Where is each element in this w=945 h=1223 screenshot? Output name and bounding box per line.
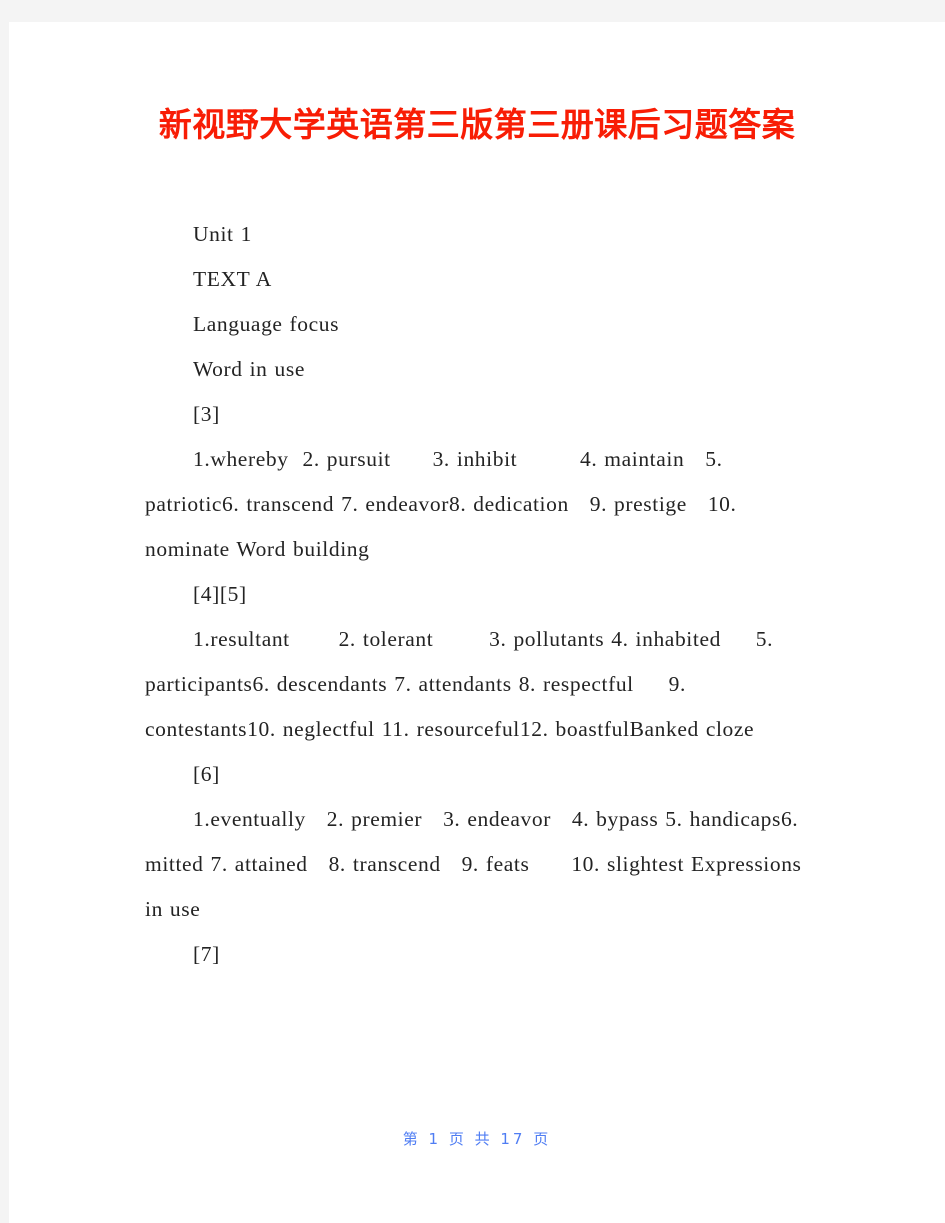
document-page: 新视野大学英语第三版第三册课后习题答案 Unit 1 TEXT A Langua… xyxy=(9,22,945,1223)
paragraph-marker-4-5: [4][5] xyxy=(193,582,247,606)
paragraph-answers-4-5: 1.resultant 2. tolerant 3. pollutants 4.… xyxy=(145,627,781,741)
paragraph-language-focus: Language focus xyxy=(193,312,340,336)
paragraph-marker-6: [6] xyxy=(193,762,220,786)
paragraph-answers-3: 1.whereby 2. pursuit 3. inhibit 4. maint… xyxy=(145,447,744,561)
paragraph-marker-7: [7] xyxy=(193,942,220,966)
paragraph-text-a: TEXT A xyxy=(193,267,272,291)
paragraph-word-in-use: Word in use xyxy=(193,357,305,381)
paragraph-answers-6: 1.eventually 2. premier 3. endeavor 4. b… xyxy=(145,807,809,921)
page-title: 新视野大学英语第三版第三册课后习题答案 xyxy=(158,105,796,144)
paragraph-marker-3: [3] xyxy=(193,402,220,426)
paragraph-unit: Unit 1 xyxy=(193,222,252,246)
document-body: Unit 1 TEXT A Language focus Word in use… xyxy=(145,212,813,977)
page-footer: 第 1 页 共 17 页 xyxy=(402,1130,552,1148)
